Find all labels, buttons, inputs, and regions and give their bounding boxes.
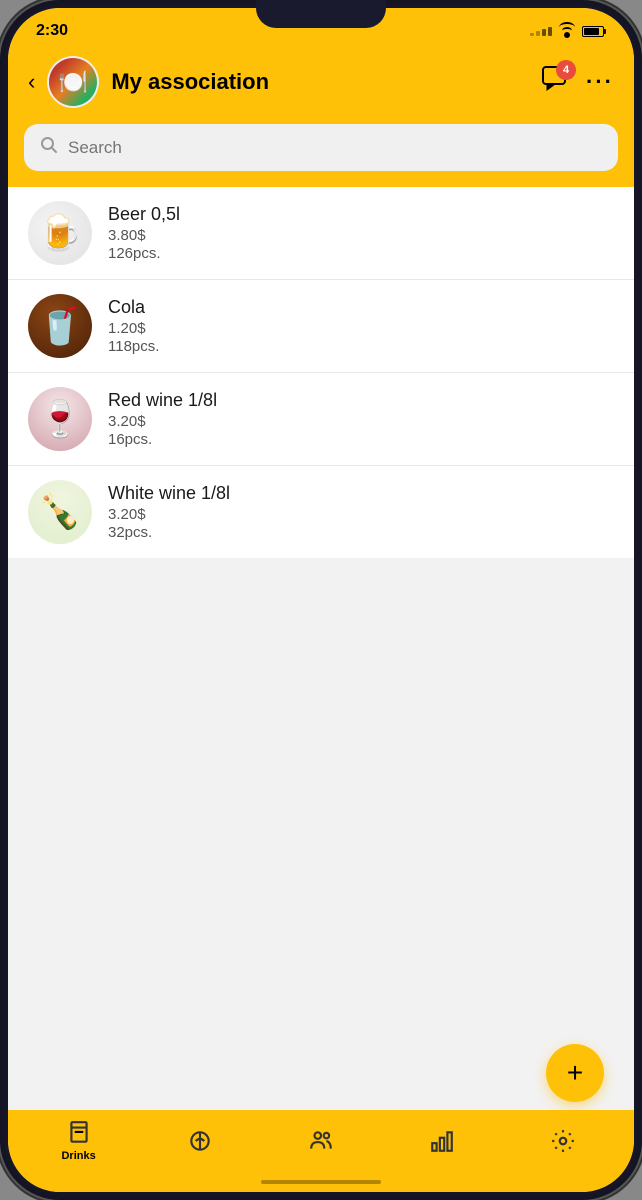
list-item[interactable]: Red wine 1/8l 3.20$ 16pcs. xyxy=(8,373,634,466)
sidebar-item-food[interactable] xyxy=(139,1128,260,1154)
search-input[interactable] xyxy=(68,138,602,158)
fab-container: + xyxy=(546,1044,604,1102)
members-icon xyxy=(308,1128,334,1154)
page-title: My association xyxy=(111,69,530,95)
status-icons xyxy=(530,24,606,38)
sidebar-item-settings[interactable] xyxy=(503,1128,624,1154)
item-image-whitewine xyxy=(28,480,92,544)
status-time: 2:30 xyxy=(36,22,68,40)
chat-button[interactable]: 4 xyxy=(542,66,570,99)
sidebar-item-stats[interactable] xyxy=(382,1128,503,1154)
signal-icon xyxy=(530,27,552,36)
item-info-cola: Cola 1.20$ 118pcs. xyxy=(108,297,614,355)
item-price: 3.80$ xyxy=(108,227,614,244)
item-stock: 126pcs. xyxy=(108,245,614,262)
phone-frame: 2:30 ‹ xyxy=(0,0,642,1200)
item-name: Beer 0,5l xyxy=(108,204,614,225)
header-actions: 4 ··· xyxy=(542,66,614,99)
notch xyxy=(256,0,386,28)
item-list: Beer 0,5l 3.80$ 126pcs. Cola 1.20$ 118pc… xyxy=(8,187,634,558)
phone-screen: 2:30 ‹ xyxy=(8,8,634,1192)
drinks-label: Drinks xyxy=(61,1150,95,1162)
drinks-icon xyxy=(66,1120,92,1146)
item-image-redwine xyxy=(28,387,92,451)
back-button[interactable]: ‹ xyxy=(28,69,35,95)
list-item[interactable]: White wine 1/8l 3.20$ 32pcs. xyxy=(8,466,634,558)
sidebar-item-drinks[interactable]: Drinks xyxy=(18,1120,139,1162)
item-info-beer: Beer 0,5l 3.80$ 126pcs. xyxy=(108,204,614,262)
home-indicator xyxy=(261,1180,381,1184)
list-item[interactable]: Cola 1.20$ 118pcs. xyxy=(8,280,634,373)
more-button[interactable]: ··· xyxy=(586,69,614,95)
app-header: ‹ My association 4 ··· xyxy=(8,46,634,124)
avatar[interactable] xyxy=(47,56,99,108)
search-icon xyxy=(40,136,58,159)
search-box xyxy=(24,124,618,171)
stats-icon xyxy=(429,1128,455,1154)
item-info-redwine: Red wine 1/8l 3.20$ 16pcs. xyxy=(108,390,614,448)
content-area: Beer 0,5l 3.80$ 126pcs. Cola 1.20$ 118pc… xyxy=(8,187,634,1110)
item-price: 3.20$ xyxy=(108,413,614,430)
item-info-whitewine: White wine 1/8l 3.20$ 32pcs. xyxy=(108,483,614,541)
wifi-icon xyxy=(558,24,576,38)
add-button[interactable]: + xyxy=(546,1044,604,1102)
battery-icon xyxy=(582,26,606,37)
item-price: 3.20$ xyxy=(108,506,614,523)
item-name: Red wine 1/8l xyxy=(108,390,614,411)
list-item[interactable]: Beer 0,5l 3.80$ 126pcs. xyxy=(8,187,634,280)
item-name: Cola xyxy=(108,297,614,318)
item-stock: 32pcs. xyxy=(108,524,614,541)
item-image-beer xyxy=(28,201,92,265)
item-image-cola xyxy=(28,294,92,358)
avatar-image xyxy=(49,58,97,106)
settings-icon xyxy=(550,1128,576,1154)
food-icon xyxy=(187,1128,213,1154)
notification-badge: 4 xyxy=(556,60,576,80)
item-name: White wine 1/8l xyxy=(108,483,614,504)
search-container xyxy=(8,124,634,187)
item-stock: 118pcs. xyxy=(108,338,614,355)
item-stock: 16pcs. xyxy=(108,431,614,448)
sidebar-item-members[interactable] xyxy=(260,1128,381,1154)
item-price: 1.20$ xyxy=(108,320,614,337)
